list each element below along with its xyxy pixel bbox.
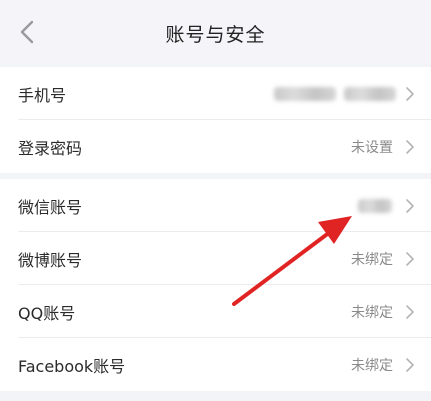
qq-row[interactable]: QQ账号 未绑定 xyxy=(0,285,431,338)
facebook-row[interactable]: Facebook账号 未绑定 xyxy=(0,338,431,391)
chevron-right-icon xyxy=(406,199,414,213)
chevron-right-icon xyxy=(406,358,414,372)
security-group: 手机号 登录密码 未设置 xyxy=(0,67,431,173)
facebook-label: Facebook账号 xyxy=(18,357,126,376)
password-label: 登录密码 xyxy=(18,139,83,158)
page-title: 账号与安全 xyxy=(165,24,266,46)
chevron-right-icon xyxy=(406,87,414,101)
weibo-label: 微博账号 xyxy=(18,251,83,270)
weibo-row[interactable]: 微博账号 未绑定 xyxy=(0,232,431,285)
password-status: 未设置 xyxy=(351,140,393,156)
qq-label: QQ账号 xyxy=(18,304,76,323)
password-row[interactable]: 登录密码 未设置 xyxy=(0,120,431,173)
chevron-right-icon xyxy=(406,305,414,319)
facebook-status: 未绑定 xyxy=(351,358,393,374)
phone-label: 手机号 xyxy=(18,86,67,105)
wechat-value-redacted xyxy=(358,199,392,213)
linked-accounts-group: 微信账号 微博账号 未绑定 QQ账号 未绑定 Facebook账号 未绑定 xyxy=(0,179,431,391)
phone-value-redacted xyxy=(274,87,336,101)
qq-status: 未绑定 xyxy=(351,305,393,321)
chevron-right-icon xyxy=(406,252,414,266)
weibo-status: 未绑定 xyxy=(351,252,393,268)
phone-value-redacted-2 xyxy=(344,87,396,101)
wechat-label: 微信账号 xyxy=(18,198,83,217)
navigation-bar: 账号与安全 xyxy=(0,0,431,64)
wechat-row[interactable]: 微信账号 xyxy=(0,179,431,232)
phone-row[interactable]: 手机号 xyxy=(0,67,431,120)
chevron-right-icon xyxy=(406,140,414,154)
